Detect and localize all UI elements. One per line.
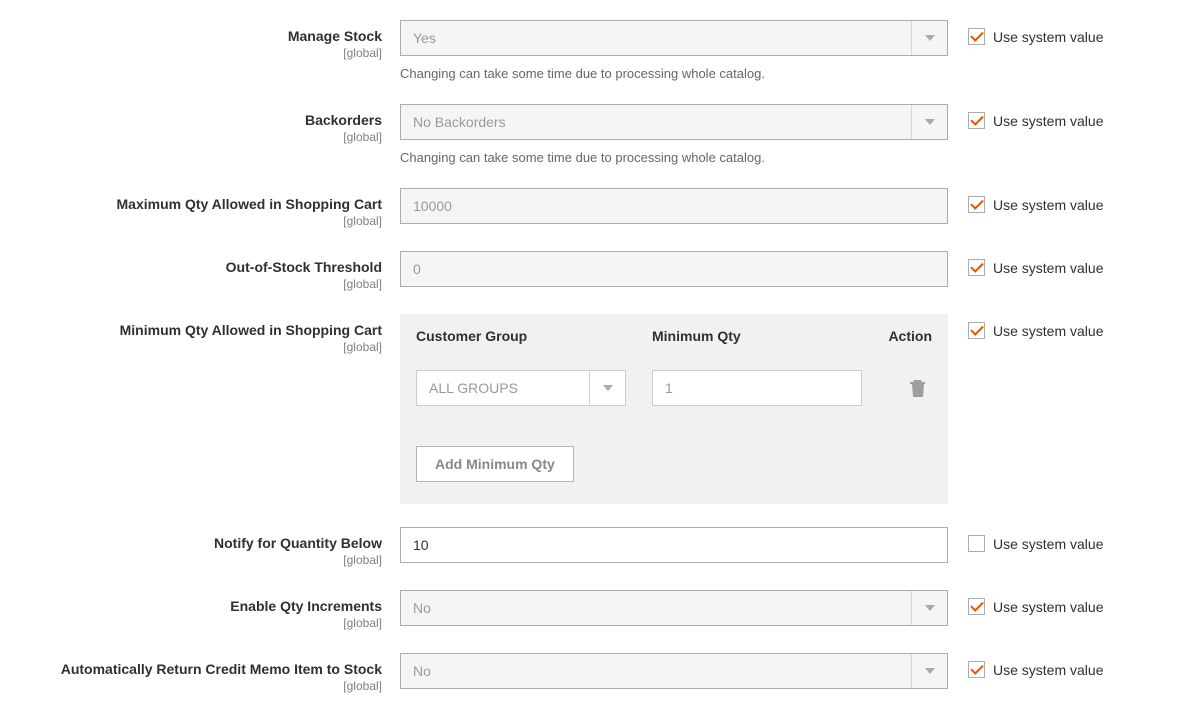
max-qty-input bbox=[400, 188, 948, 224]
min-qty-row: ALL GROUPS bbox=[400, 344, 948, 428]
customer-group-select: ALL GROUPS bbox=[416, 370, 626, 406]
scope-label: [global] bbox=[0, 340, 382, 354]
use-system-label: Use system value bbox=[993, 113, 1103, 129]
min-qty-header-group: Customer Group bbox=[416, 328, 640, 344]
chevron-down-icon bbox=[911, 654, 947, 688]
use-system-label: Use system value bbox=[993, 197, 1103, 213]
use-system-label: Use system value bbox=[993, 260, 1103, 276]
minimum-qty-input bbox=[652, 370, 862, 406]
field-label-auto-return: Automatically Return Credit Memo Item to… bbox=[0, 661, 382, 677]
max-qty-use-system-checkbox[interactable] bbox=[968, 196, 985, 213]
field-label-max-qty: Maximum Qty Allowed in Shopping Cart bbox=[0, 196, 382, 212]
trash-icon[interactable] bbox=[910, 379, 932, 397]
customer-group-value: ALL GROUPS bbox=[429, 380, 518, 396]
auto-return-value: No bbox=[413, 663, 431, 679]
add-minimum-qty-button: Add Minimum Qty bbox=[416, 446, 574, 482]
min-qty-header-action: Action bbox=[876, 328, 932, 344]
manage-stock-hint: Changing can take some time due to proce… bbox=[400, 66, 948, 81]
backorders-value: No Backorders bbox=[413, 114, 506, 130]
scope-label: [global] bbox=[0, 130, 382, 144]
chevron-down-icon bbox=[911, 591, 947, 625]
use-system-label: Use system value bbox=[993, 599, 1103, 615]
scope-label: [global] bbox=[0, 46, 382, 60]
backorders-hint: Changing can take some time due to proce… bbox=[400, 150, 948, 165]
min-qty-use-system-checkbox[interactable] bbox=[968, 322, 985, 339]
chevron-down-icon bbox=[589, 371, 625, 405]
min-qty-header-min: Minimum Qty bbox=[652, 328, 876, 344]
field-label-notify-below: Notify for Quantity Below bbox=[0, 535, 382, 551]
notify-below-input[interactable] bbox=[400, 527, 948, 563]
scope-label: [global] bbox=[0, 553, 382, 567]
min-qty-block: Customer Group Minimum Qty Action ALL GR… bbox=[400, 314, 948, 504]
scope-label: [global] bbox=[0, 679, 382, 693]
auto-return-select: No bbox=[400, 653, 948, 689]
out-of-stock-input bbox=[400, 251, 948, 287]
field-label-manage-stock: Manage Stock bbox=[0, 28, 382, 44]
scope-label: [global] bbox=[0, 616, 382, 630]
scope-label: [global] bbox=[0, 214, 382, 228]
field-label-enable-incr: Enable Qty Increments bbox=[0, 598, 382, 614]
chevron-down-icon bbox=[911, 21, 947, 55]
auto-return-use-system-checkbox[interactable] bbox=[968, 661, 985, 678]
enable-incr-value: No bbox=[413, 600, 431, 616]
backorders-use-system-checkbox[interactable] bbox=[968, 112, 985, 129]
field-label-min-qty: Minimum Qty Allowed in Shopping Cart bbox=[0, 322, 382, 338]
notify-below-use-system-checkbox[interactable] bbox=[968, 535, 985, 552]
enable-incr-use-system-checkbox[interactable] bbox=[968, 598, 985, 615]
backorders-select: No Backorders bbox=[400, 104, 948, 140]
out-of-stock-use-system-checkbox[interactable] bbox=[968, 259, 985, 276]
manage-stock-value: Yes bbox=[413, 30, 436, 46]
manage-stock-use-system-checkbox[interactable] bbox=[968, 28, 985, 45]
chevron-down-icon bbox=[911, 105, 947, 139]
use-system-label: Use system value bbox=[993, 29, 1103, 45]
use-system-label: Use system value bbox=[993, 662, 1103, 678]
use-system-label: Use system value bbox=[993, 323, 1103, 339]
field-label-backorders: Backorders bbox=[0, 112, 382, 128]
enable-incr-select: No bbox=[400, 590, 948, 626]
use-system-label: Use system value bbox=[993, 536, 1103, 552]
field-label-out-of-stock: Out-of-Stock Threshold bbox=[0, 259, 382, 275]
manage-stock-select: Yes bbox=[400, 20, 948, 56]
scope-label: [global] bbox=[0, 277, 382, 291]
